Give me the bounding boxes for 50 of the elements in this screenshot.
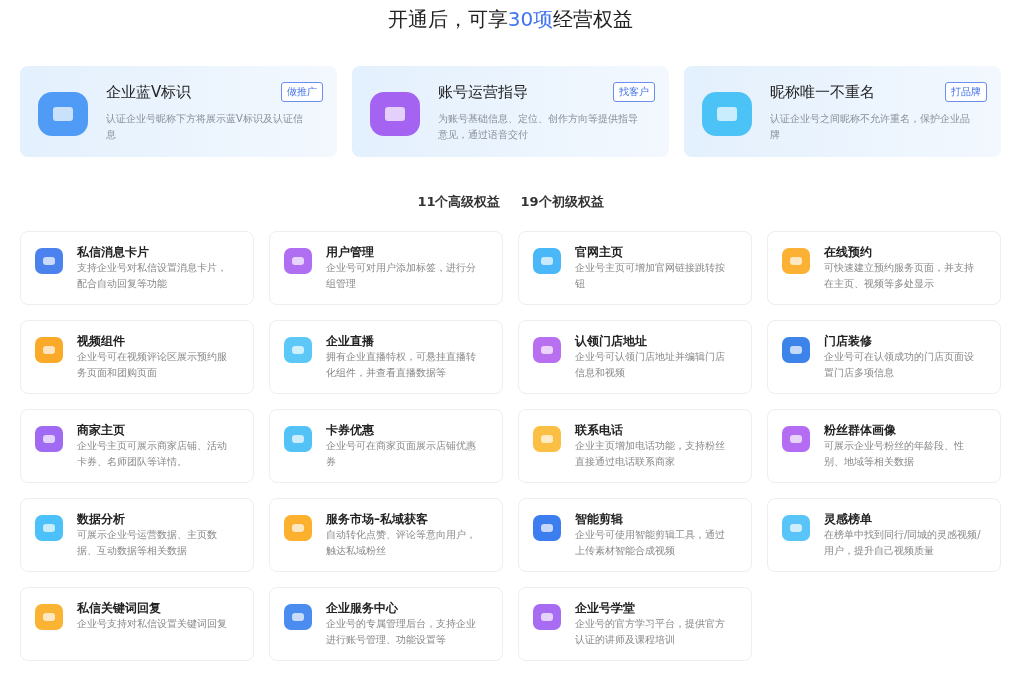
benefit-description: 可快速建立预约服务页面，并支持在主页、视频等多处显示 bbox=[824, 261, 975, 291]
benefit-description: 支持企业号对私信设置消息卡片，配合自动回复等功能 bbox=[77, 261, 228, 291]
benefit-title: 企业服务中心 bbox=[326, 600, 399, 616]
benefit-title: 私信关键词回复 bbox=[77, 600, 162, 616]
featured-title: 账号运营指导 bbox=[438, 82, 528, 102]
benefit-title: 联系电话 bbox=[575, 422, 624, 438]
featured-description: 认证企业号之间昵称不允许重名，保护企业品牌 bbox=[770, 112, 971, 142]
benefit-title: 在线预约 bbox=[824, 244, 873, 260]
tag-label: 做推广 bbox=[281, 82, 323, 102]
benefit-description: 在榜单中找到同行/同城的灵感视频/用户，提升自己视频质量 bbox=[824, 528, 982, 558]
benefit-description: 企业号可认领门店地址并编辑门店信息和视频 bbox=[575, 350, 726, 380]
benefit-title: 粉丝群体画像 bbox=[824, 422, 897, 438]
featured-title: 昵称唯一不重名 bbox=[770, 82, 875, 102]
benefit-description: 企业号主页可展示商家店铺、活动卡券、名师团队等详情。 bbox=[77, 439, 228, 469]
benefit-description: 拥有企业直播特权，可悬挂直播转化组件，并查看直播数据等 bbox=[326, 350, 477, 380]
benefit-description: 企业号支持对私信设置关键词回复 bbox=[77, 617, 228, 631]
benefit-description: 企业号可使用智能剪辑工具，通过上传素材智能合成视频 bbox=[575, 528, 726, 558]
benefit-title: 官网主页 bbox=[575, 244, 624, 260]
benefit-title: 视频组件 bbox=[77, 333, 126, 349]
benefit-description: 企业号可在视频评论区展示预约服务页面和团购页面 bbox=[77, 350, 228, 380]
featured-title: 企业蓝V标识 bbox=[106, 82, 192, 102]
benefit-description: 企业号可对用户添加标签，进行分组管理 bbox=[326, 261, 477, 291]
benefit-description: 企业号可在认领成功的门店页面设置门店多项信息 bbox=[824, 350, 975, 380]
benefit-title: 卡券优惠 bbox=[326, 422, 375, 438]
benefit-description: 可展示企业号粉丝的年龄段、性别、地域等相关数据 bbox=[824, 439, 965, 469]
benefit-title: 用户管理 bbox=[326, 244, 375, 260]
page-heading: 开通后，可享30项经营权益 bbox=[386, 6, 635, 33]
benefit-description: 可展示企业号运营数据、主页数据、互动数据等相关数据 bbox=[77, 528, 218, 558]
featured-description: 认证企业号昵称下方将展示蓝V标识及认证信息 bbox=[106, 112, 304, 142]
benefit-description: 企业主页增加电话功能，支持粉丝直接通过电话联系商家 bbox=[575, 439, 726, 469]
benefit-description: 企业号的专属管理后台，支持企业进行账号管理、功能设置等 bbox=[326, 617, 477, 647]
benefit-description: 企业号主页可增加官网链接跳转按钮 bbox=[575, 261, 726, 291]
tab[interactable]: 19个初级权益 bbox=[520, 193, 604, 211]
benefit-description: 企业号可在商家页面展示店铺优惠券 bbox=[326, 439, 477, 469]
tag-label: 找客户 bbox=[613, 82, 655, 102]
benefit-title: 私信消息卡片 bbox=[77, 244, 150, 260]
benefit-title: 商家主页 bbox=[77, 422, 126, 438]
benefit-title: 企业号学堂 bbox=[575, 600, 636, 616]
benefit-title: 灵感榜单 bbox=[824, 511, 873, 527]
benefit-title: 数据分析 bbox=[77, 511, 126, 527]
benefit-description: 自动转化点赞、评论等意向用户，触达私域粉丝 bbox=[326, 528, 477, 558]
benefit-description: 企业号的官方学习平台，提供官方认证的讲师及课程培训 bbox=[575, 617, 726, 647]
benefit-title: 认领门店地址 bbox=[575, 333, 648, 349]
benefit-title: 门店装修 bbox=[824, 333, 873, 349]
benefit-title: 智能剪辑 bbox=[575, 511, 624, 527]
tag-label: 打品牌 bbox=[945, 82, 987, 102]
benefit-title: 服务市场–私域获客 bbox=[326, 511, 429, 527]
benefit-title: 企业直播 bbox=[326, 333, 375, 349]
tab[interactable]: 11个高级权益 bbox=[417, 193, 501, 211]
featured-description: 为账号基础信息、定位、创作方向等提供指导意见，通过语音交付 bbox=[438, 112, 639, 142]
